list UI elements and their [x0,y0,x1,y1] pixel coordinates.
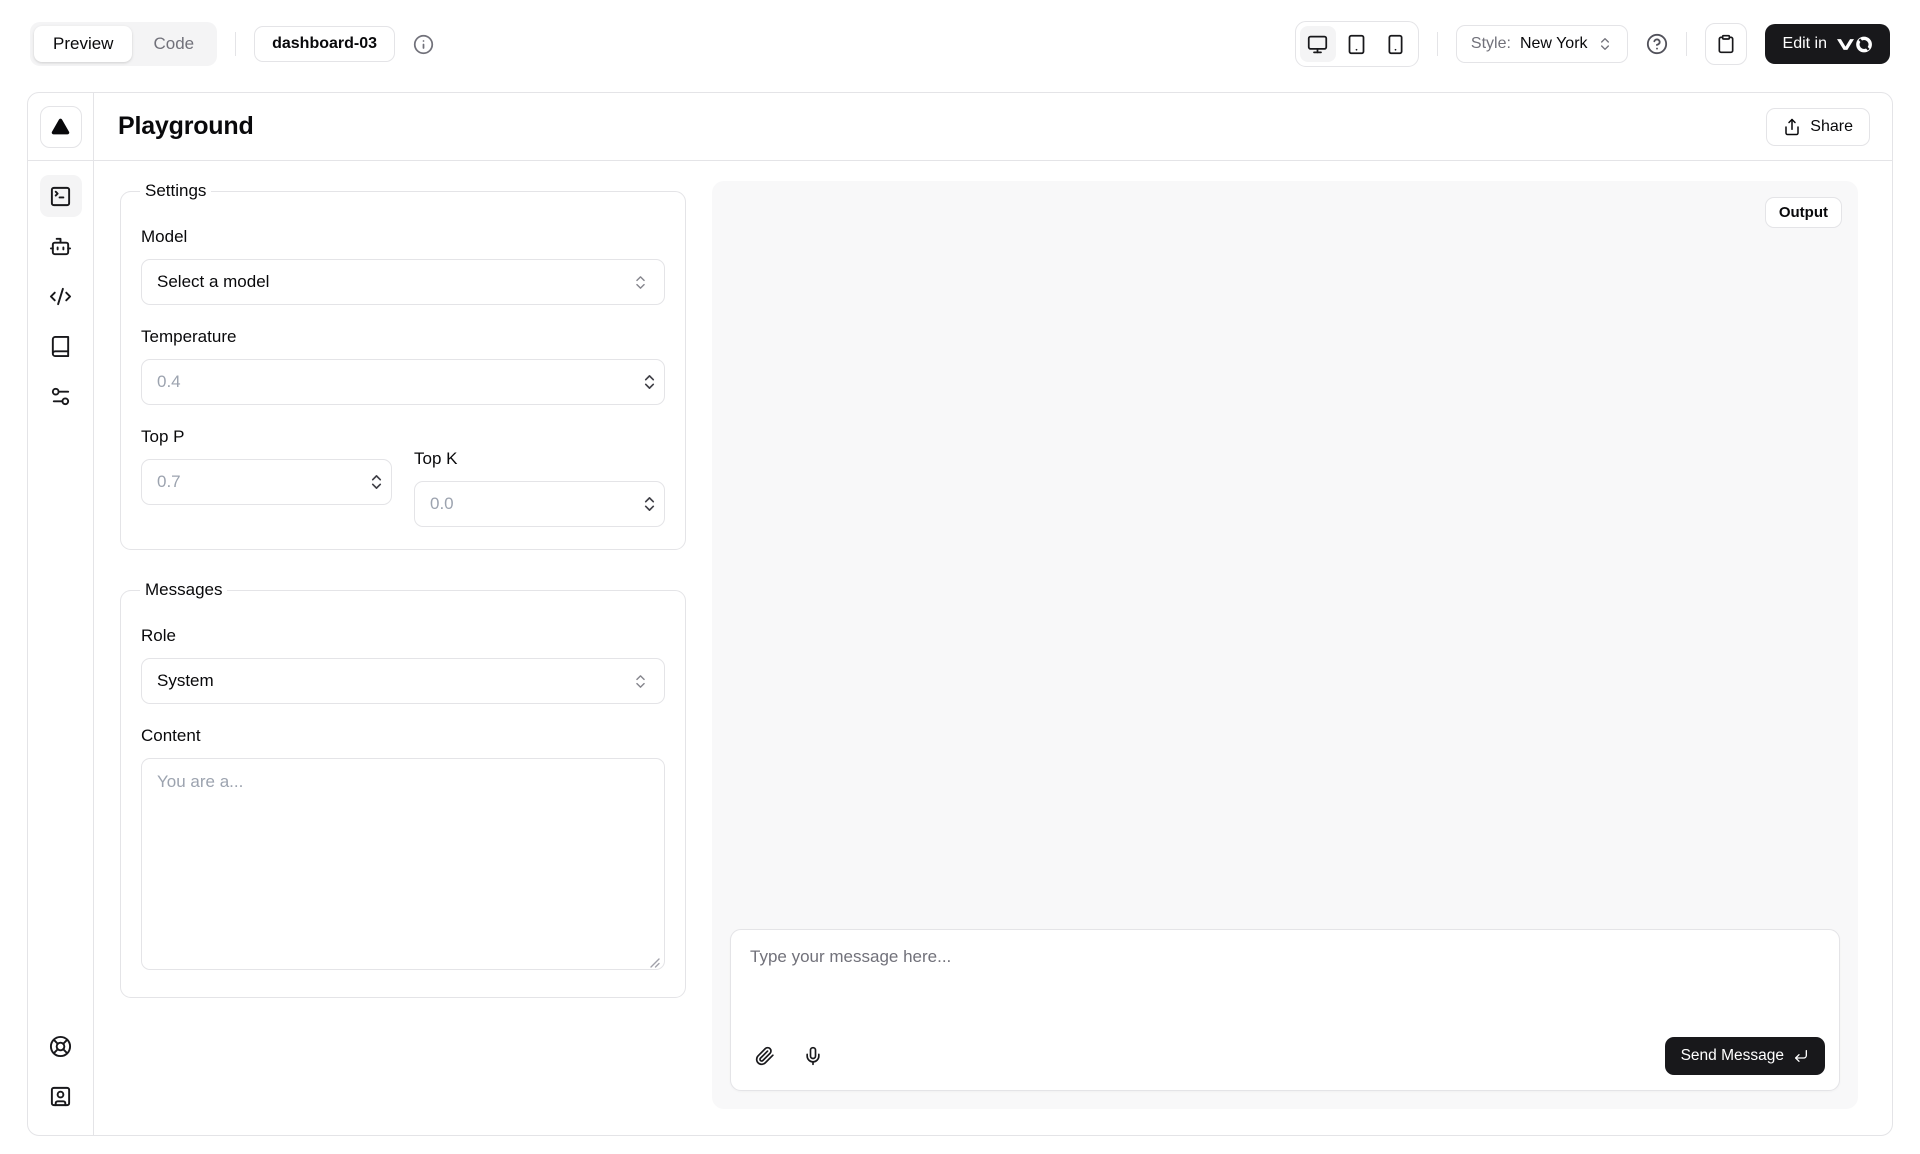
v0-logo-icon [1836,36,1872,53]
output-badge: Output [1765,197,1842,228]
send-message-label: Send Message [1681,1047,1784,1065]
top-p-input[interactable] [141,459,392,505]
mic-icon [803,1046,823,1066]
model-label: Model [141,227,665,247]
share-icon [1783,118,1801,136]
sidebar-item-help[interactable] [40,1025,82,1067]
sidebar-item-api[interactable] [40,275,82,317]
message-form-toolbar: Send Message [731,1026,1839,1090]
toolbar-separator [235,32,236,56]
message-input[interactable] [731,930,1839,1026]
sidebar-nav [28,161,93,431]
square-terminal-icon [49,185,72,208]
playground-main: Settings Model Select a model Temperatur… [94,161,1892,1135]
copy-code-button[interactable] [1705,23,1747,65]
toolbar-right-group: Style: New York Edit in [1295,21,1890,67]
top-k-field: Top K [414,449,665,527]
preview-code-tab-group: Preview Code [30,22,217,66]
number-stepper-icon[interactable] [643,495,656,513]
monitor-icon [1307,34,1328,55]
sidebar-bottom-nav [28,1011,93,1135]
style-select-label: Style: [1471,35,1511,53]
top-p-label: Top P [141,427,392,447]
bot-icon [49,235,72,258]
edit-in-v0-label: Edit in [1783,35,1827,53]
toolbar-left-group: Preview Code dashboard-03 [30,22,434,66]
edit-in-v0-button[interactable]: Edit in [1765,24,1890,64]
messages-fieldset: Messages Role System Content [120,580,686,998]
triangle-logo-icon [50,116,71,137]
tablet-icon [1346,34,1367,55]
page-header: Playground Share [94,93,1892,161]
share-button-label: Share [1810,118,1853,136]
role-label: Role [141,626,665,646]
smartphone-icon [1385,34,1406,55]
send-message-button[interactable]: Send Message [1665,1037,1825,1075]
temperature-input[interactable] [141,359,665,405]
style-select[interactable]: Style: New York [1456,25,1628,63]
desktop-view-button[interactable] [1300,26,1336,62]
circle-help-icon[interactable] [1646,33,1668,55]
toolbar-separator [1686,32,1687,56]
page-title: Playground [118,112,254,141]
top-k-input[interactable] [414,481,665,527]
role-select[interactable]: System [141,658,665,704]
chevrons-up-down-icon [1597,36,1613,52]
style-select-value: New York [1520,35,1588,53]
app-frame: Playground Share Settings Model Select a… [27,92,1893,1136]
model-field: Model Select a model [141,227,665,305]
use-microphone-button[interactable] [793,1036,833,1076]
top-k-label: Top K [414,449,665,469]
book-icon [49,335,72,358]
sidebar-logo-cell [28,93,93,161]
model-select-value: Select a model [157,272,269,292]
sidebar-item-models[interactable] [40,225,82,267]
chevrons-up-down-icon [632,673,649,690]
content-area: Playground Share Settings Model Select a… [94,93,1892,1135]
home-logo-button[interactable] [40,106,82,148]
code-icon [49,285,72,308]
role-select-value: System [157,671,214,691]
chevrons-up-down-icon [632,274,649,291]
paperclip-icon [755,1046,775,1066]
tab-code[interactable]: Code [134,26,213,62]
top-p-field: Top P [141,427,392,527]
content-textarea[interactable] [141,758,665,970]
output-panel: Output [712,181,1858,1109]
content-field: Content [141,726,665,975]
settings-sliders-icon [49,385,72,408]
attach-file-button[interactable] [745,1036,785,1076]
project-badge: dashboard-03 [254,26,395,62]
tab-preview[interactable]: Preview [34,26,132,62]
circle-info-icon[interactable] [413,34,434,55]
sidebar-item-documentation[interactable] [40,325,82,367]
sidebar-item-settings[interactable] [40,375,82,417]
device-toggle-group [1295,21,1419,67]
settings-legend: Settings [140,181,211,201]
sidebar-item-account[interactable] [40,1075,82,1117]
temperature-label: Temperature [141,327,665,347]
top-toolbar: Preview Code dashboard-03 [0,0,1920,88]
life-buoy-icon [49,1035,72,1058]
sidebar-item-playground[interactable] [40,175,82,217]
settings-fieldset: Settings Model Select a model Temperatur… [120,181,686,550]
tablet-view-button[interactable] [1339,26,1375,62]
number-stepper-icon[interactable] [370,473,383,491]
sidebar [28,93,94,1135]
mobile-view-button[interactable] [1378,26,1414,62]
square-user-icon [49,1085,72,1108]
temperature-field: Temperature [141,327,665,405]
toolbar-separator [1437,32,1438,56]
role-field: Role System [141,626,665,704]
content-label: Content [141,726,665,746]
settings-column: Settings Model Select a model Temperatur… [120,181,686,1109]
corner-down-left-icon [1793,1048,1809,1064]
share-button[interactable]: Share [1766,108,1870,146]
model-select[interactable]: Select a model [141,259,665,305]
number-stepper-icon[interactable] [643,373,656,391]
clipboard-icon [1716,34,1736,54]
message-form: Send Message [730,929,1840,1091]
messages-legend: Messages [140,580,227,600]
